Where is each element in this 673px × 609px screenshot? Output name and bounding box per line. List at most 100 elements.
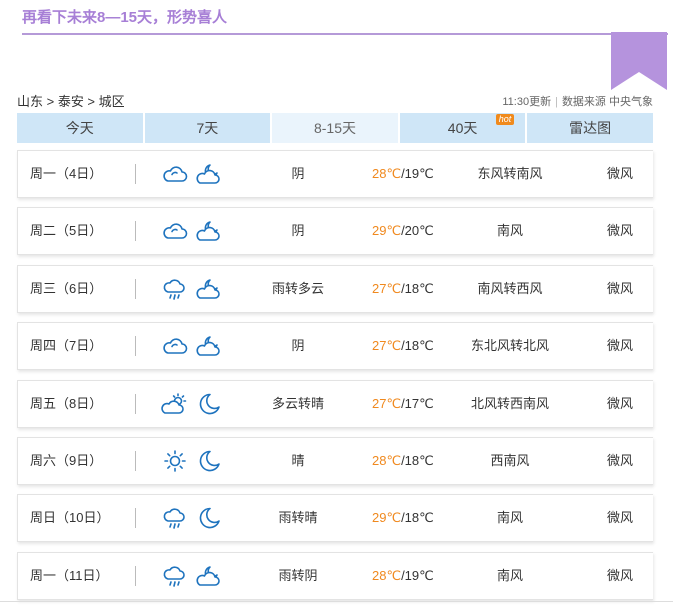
tab-40-days[interactable]: 40天 hot [399,113,526,143]
wind-direction: 东北风转北风 [470,338,549,354]
forecast-row: 周一（11日） 雨转阴 28℃/19℃ 南风 微风 [17,551,653,600]
wind-direction: 南风转西风 [477,280,543,296]
divider [135,278,136,299]
forecast-row: 周日（10日） 雨转晴 29℃/18℃ 南风 微风 [17,494,653,543]
night-cloudy-icon [196,278,220,299]
weather-icons [161,334,223,358]
rain-icon [163,508,185,530]
cloudy-icon [163,166,188,182]
tab-radar[interactable]: 雷达图 [527,113,653,143]
weather-icons [161,162,223,186]
forecast-day: 周三（6日） [30,280,103,296]
forecast-row: 周二（5日） 阴 29℃/20℃ 南风 微风 [17,207,653,256]
tab-today[interactable]: 今天 [17,113,143,143]
forecast-day: 周二（5日） [30,223,103,239]
wind-direction: 南风 [496,510,523,526]
divider [135,336,136,357]
wind-level: 微风 [606,280,633,296]
forecast-row: 周一（4日） 阴 28℃/19℃ 东风转南风 微风 [17,150,653,198]
rain-icon [163,566,185,587]
tab-7-days[interactable]: 7天 [144,113,271,143]
weather-condition: 雨转阴 [278,567,318,583]
wind-direction: 南风 [496,223,523,239]
low-temp: /20℃ [401,223,434,239]
night-cloudy-icon [196,221,220,242]
weather-condition: 雨转晴 [278,510,318,526]
forecast-day: 周五（8日） [30,395,103,411]
weather-icons [161,392,223,416]
temperature: 28℃/19℃ [372,151,434,197]
forecast-day: 周六（9日） [30,452,103,468]
temperature: 27℃/18℃ [372,266,434,312]
temperature: 29℃/20℃ [372,208,434,254]
high-temp: 29℃ [372,510,402,526]
night-cloudy-icon [196,336,220,356]
divider [135,508,136,529]
weather-icons [161,449,223,473]
high-temp: 28℃ [372,452,402,468]
high-temp: 27℃ [372,280,402,296]
low-temp: /18℃ [401,338,434,354]
moon-icon [199,450,220,472]
wind-level: 微风 [606,510,633,526]
forecast-day: 周一（11日） [30,567,109,583]
weather-condition: 阴 [291,166,305,181]
low-temp: /18℃ [401,452,434,468]
weather-icons [161,277,223,301]
sun-icon [164,450,186,472]
low-temp: /19℃ [401,567,434,583]
partly-cloudy-icon [161,392,187,414]
wind-direction: 南风 [496,567,523,583]
temperature: 28℃/18℃ [372,438,434,484]
update-time: 11:30更新 [502,96,552,108]
low-temp: /19℃ [401,166,434,181]
divider [135,450,136,471]
low-temp: /18℃ [401,280,434,296]
night-cloudy-icon [196,164,220,184]
tab-8-15-days[interactable]: 8-15天 [272,113,398,143]
divider [135,221,136,242]
wind-direction: 东风转南风 [477,166,543,181]
forecast-row: 周五（8日） 多云转晴 27℃/17℃ 北风转西南风 微风 [17,379,653,428]
wind-level: 微风 [606,338,633,354]
cloudy-icon [163,223,188,240]
high-temp: 28℃ [372,567,402,583]
wind-direction: 北风转西南风 [470,395,549,411]
forecast-row: 周六（9日） 晴 28℃/18℃ 西南风 微风 [17,436,653,485]
source-info: 11:30更新 | 数据来源 中央气象 [502,96,653,108]
low-temp: /17℃ [401,395,434,411]
cloudy-icon [163,338,188,354]
forecast-row: 周四（7日） 阴 27℃/18℃ 东北风转北风 微风 [17,322,653,371]
moon-icon [199,393,220,414]
forecast-day: 周一（4日） [30,166,103,181]
temperature: 29℃/18℃ [372,495,434,541]
bottom-divider [0,601,673,602]
temperature: 27℃/18℃ [372,323,434,369]
forecast-day: 周四（7日） [30,338,103,354]
low-temp: /18℃ [401,510,434,526]
wind-level: 微风 [606,223,633,239]
temperature: 27℃/17℃ [372,381,434,427]
high-temp: 27℃ [372,395,402,411]
weather-icons [161,506,223,530]
high-temp: 29℃ [372,223,402,239]
weather-condition: 阴 [291,223,305,239]
forecast-day: 周日（10日） [30,510,110,526]
forecast-row: 周三（6日） 雨转多云 27℃/18℃ 南风转西风 微风 [17,264,653,313]
forecast-list: 周一（4日）阴 28℃/19℃ 东风转南风 微风 周二（5日）阴 29℃/20℃ 南风 微风周… [17,150,653,609]
page-headline: 再看下未来8—15天，形势喜人 [22,6,668,35]
hot-badge: hot [495,114,515,125]
weather-condition: 晴 [291,452,305,468]
data-source: 数据来源 中央气象 [561,96,653,108]
weather-condition: 雨转多云 [271,280,324,296]
forecast-tabs: 今天 7天 8-15天 40天 hot 雷达图 [17,113,653,143]
wind-level: 微风 [606,567,633,583]
bookmark-ribbon [611,32,667,90]
weather-condition: 阴 [291,338,305,354]
weather-icons [161,564,223,588]
rain-icon [163,279,185,300]
weather-icons [161,219,223,243]
moon-icon [199,508,220,529]
wind-level: 微风 [606,452,633,468]
high-temp: 28℃ [372,166,402,181]
